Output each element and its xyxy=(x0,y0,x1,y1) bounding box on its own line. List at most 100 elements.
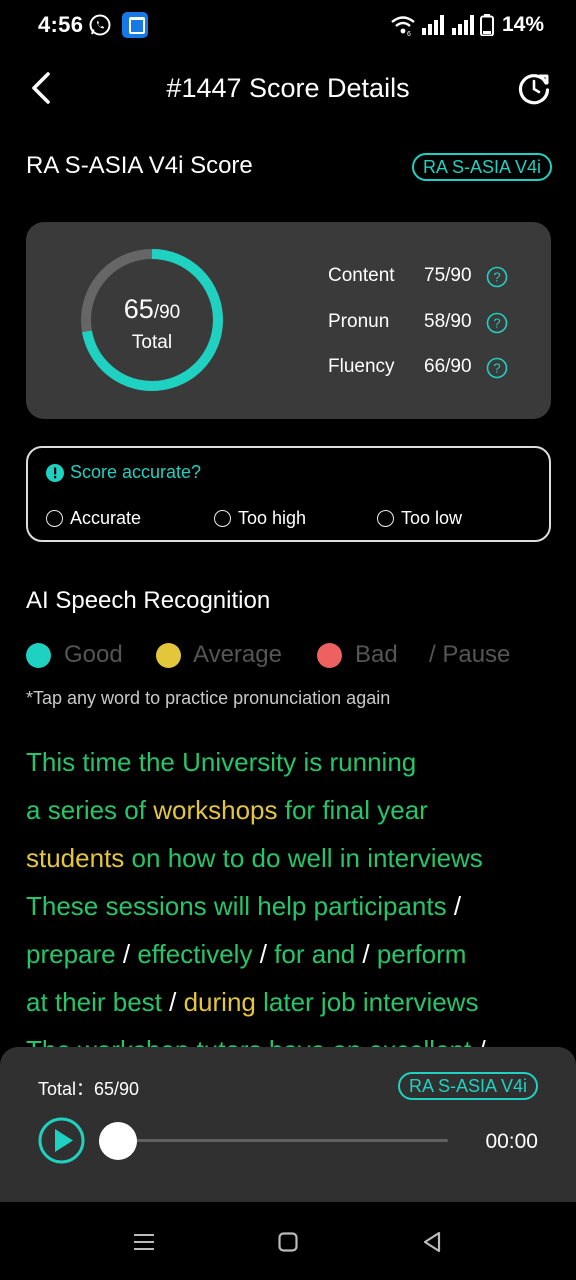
passage-word[interactable]: during xyxy=(184,987,256,1017)
passage-word[interactable]: participants xyxy=(314,891,447,921)
metric-label: Fluency xyxy=(328,356,395,377)
passage-word[interactable]: time xyxy=(82,747,131,777)
radio-icon xyxy=(214,510,231,527)
legend-good-label: Good xyxy=(64,641,123,668)
passage-line: This time the University is running xyxy=(26,738,556,786)
passage-word[interactable]: of xyxy=(124,795,146,825)
feedback-question: Score accurate? xyxy=(46,462,201,483)
signal-1-icon xyxy=(421,15,444,35)
legend-average-label: Average xyxy=(193,641,282,668)
passage-word[interactable]: University xyxy=(182,747,296,777)
pause-marker: / xyxy=(362,939,370,969)
passage-word[interactable]: will xyxy=(214,891,250,921)
wifi-icon: 6 xyxy=(391,16,415,36)
passage-word[interactable]: do xyxy=(252,843,281,873)
playback-time: 00:00 xyxy=(485,1130,538,1153)
ai-section-title: AI Speech Recognition xyxy=(26,587,271,614)
passage-word[interactable]: best xyxy=(113,987,162,1017)
recognized-passage: This time the University is running a ser… xyxy=(26,738,556,1074)
menu-icon[interactable] xyxy=(132,1230,156,1254)
legend-good-dot xyxy=(26,643,51,668)
page-title: #1447 Score Details xyxy=(166,73,410,103)
practice-hint: *Tap any word to practice pronunciation … xyxy=(26,688,391,708)
passage-word[interactable]: well xyxy=(288,843,333,873)
player-score-badge: RA S-ASIA V4i xyxy=(398,1072,539,1100)
feedback-option-too-low[interactable]: Too low xyxy=(377,508,462,529)
score-details-screen: 4:56 6 14% #1447 Score Details RA S-ASIA… xyxy=(0,0,576,1280)
passage-word[interactable]: interviews xyxy=(363,987,479,1017)
passage-word[interactable]: perform xyxy=(377,939,467,969)
app-notification-icon xyxy=(122,12,148,38)
legend-pause-label: / Pause xyxy=(429,641,511,668)
passage-line: These sessions will help participants / xyxy=(26,882,556,930)
passage-word[interactable]: This xyxy=(26,747,75,777)
status-indicators: 6 14% xyxy=(390,12,544,38)
passage-line: a series of workshops for final year xyxy=(26,786,556,834)
passage-word[interactable]: running xyxy=(330,747,417,777)
whatsapp-icon xyxy=(89,14,111,36)
passage-word[interactable]: how xyxy=(168,843,216,873)
passage-word[interactable]: prepare xyxy=(26,939,116,969)
svg-text:?: ? xyxy=(493,270,500,285)
system-nav-bar xyxy=(0,1202,576,1280)
question-icon[interactable]: ? xyxy=(486,266,508,288)
app-header: #1447 Score Details xyxy=(0,56,576,122)
passage-word[interactable]: later xyxy=(263,987,314,1017)
passage-word[interactable]: their xyxy=(55,987,106,1017)
back-icon[interactable] xyxy=(420,1230,444,1254)
passage-word[interactable]: to xyxy=(223,843,245,873)
passage-word[interactable]: year xyxy=(377,795,428,825)
passage-word[interactable]: at xyxy=(26,987,48,1017)
score-feedback-box: Score accurate? Accurate Too high Too lo… xyxy=(26,446,551,542)
playback-track[interactable] xyxy=(118,1139,448,1142)
passage-word[interactable]: on xyxy=(132,843,161,873)
feedback-option-label: Too high xyxy=(238,508,307,528)
passage-line: prepare / effectively / for and / perfor… xyxy=(26,930,556,978)
passage-word[interactable]: workshops xyxy=(153,795,277,825)
passage-word[interactable]: job xyxy=(321,987,356,1017)
feedback-option-accurate[interactable]: Accurate xyxy=(46,508,141,529)
play-icon[interactable] xyxy=(38,1117,85,1164)
feedback-option-label: Too low xyxy=(401,508,463,528)
radio-icon xyxy=(377,510,394,527)
status-bar: 4:56 6 14% xyxy=(0,0,576,52)
legend-bad-label: Bad xyxy=(355,641,398,668)
legend-bad-dot xyxy=(317,643,342,668)
player-total-score: Total：65/90 xyxy=(38,1079,140,1099)
playback-thumb[interactable] xyxy=(99,1122,137,1160)
passage-word[interactable]: is xyxy=(303,747,322,777)
total-score: 65/90 xyxy=(76,294,228,325)
passage-word[interactable]: interviews xyxy=(367,843,483,873)
passage-word[interactable]: students xyxy=(26,843,124,873)
passage-word[interactable]: for xyxy=(274,939,304,969)
metric-label: Pronun xyxy=(328,311,390,332)
feedback-option-too-high[interactable]: Too high xyxy=(214,508,306,529)
metric-value: 58/90 xyxy=(424,311,472,332)
exclamation-icon xyxy=(46,463,64,482)
passage-word[interactable]: and xyxy=(312,939,355,969)
pause-marker: / xyxy=(259,939,267,969)
refresh-icon[interactable] xyxy=(516,70,552,106)
feedback-question-text: Score accurate? xyxy=(70,462,202,482)
passage-word[interactable]: final xyxy=(322,795,370,825)
passage-word[interactable]: in xyxy=(340,843,360,873)
passage-word[interactable]: series xyxy=(48,795,117,825)
recognition-legend: Good Average Bad / Pause xyxy=(26,641,566,671)
passage-word[interactable]: These xyxy=(26,891,98,921)
passage-word[interactable]: for xyxy=(285,795,315,825)
score-summary-card: 65/90 Total Content 75/90 ? Pronun 58/90… xyxy=(26,222,551,419)
radio-icon xyxy=(46,510,63,527)
passage-word[interactable]: help xyxy=(257,891,306,921)
passage-word[interactable]: a xyxy=(26,795,40,825)
question-icon[interactable]: ? xyxy=(486,357,508,379)
battery-icon xyxy=(479,14,494,36)
passage-word[interactable]: sessions xyxy=(106,891,207,921)
legend-average-dot xyxy=(156,643,181,668)
question-icon[interactable]: ? xyxy=(486,312,508,334)
total-score-value: 65 xyxy=(123,294,154,324)
passage-word[interactable]: the xyxy=(139,747,175,777)
passage-word[interactable]: effectively xyxy=(137,939,252,969)
pause-marker: / xyxy=(122,939,131,969)
svg-text:?: ? xyxy=(493,361,500,376)
home-icon[interactable] xyxy=(276,1230,300,1254)
